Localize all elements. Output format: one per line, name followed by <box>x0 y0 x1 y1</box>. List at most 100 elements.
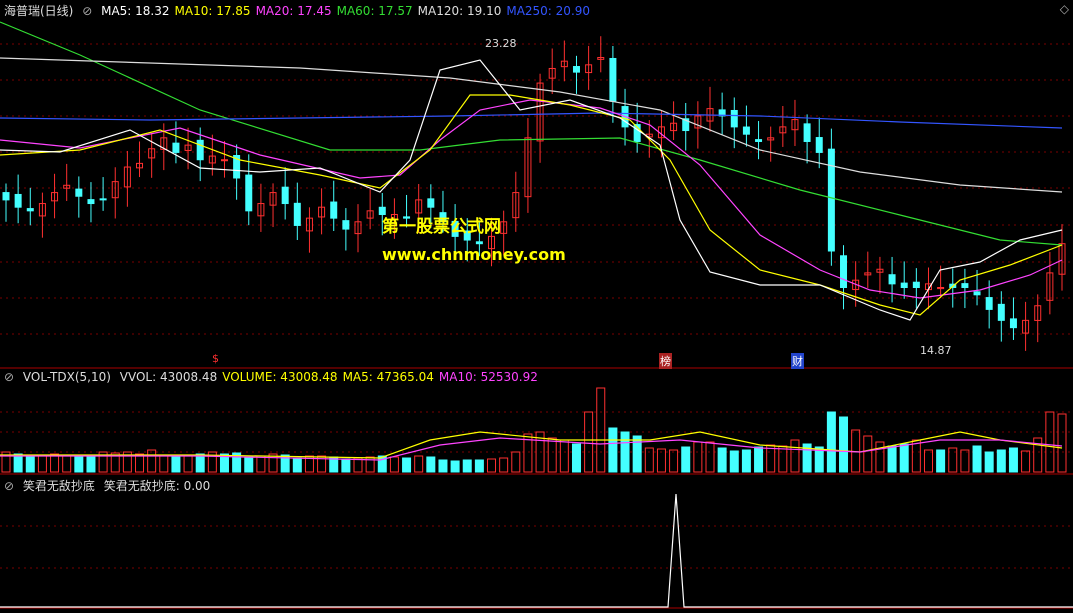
candle-body <box>14 193 22 208</box>
candle-body <box>2 192 10 201</box>
volume-bar <box>474 459 484 473</box>
candle-body <box>973 291 981 296</box>
candle-body <box>75 188 83 197</box>
indicator-line <box>0 493 1073 608</box>
vol-indicator-name[interactable]: VOL-TDX(5,10) <box>23 370 111 384</box>
volume-bar <box>754 446 764 473</box>
candle-body <box>961 283 969 288</box>
watermark-url: www.chnmoney.com <box>382 245 566 264</box>
candle-body <box>900 282 908 288</box>
chart-canvas <box>0 21 1073 609</box>
volume-bar <box>887 445 897 473</box>
event-marker-s[interactable]: $ <box>212 352 219 365</box>
volume-bar <box>559 439 569 473</box>
volume-bar <box>86 454 96 473</box>
volume-bar <box>25 456 35 473</box>
ma-label-5: MA250: 20.90 <box>506 4 591 18</box>
main-header: 海普瑞(日线) ⊘ MA5: 18.32 MA10: 17.85 MA20: 17.… <box>4 2 600 19</box>
volume-bar <box>462 459 472 473</box>
watermark-title: 第一股票公式网 <box>382 217 501 237</box>
volume-bar <box>147 449 157 473</box>
candle-body <box>985 297 993 310</box>
indicator-header: ⊘ 笑君无敌抄底 笑君无敌抄底: 0.00 <box>4 477 215 494</box>
volume-header: ⊘ VOL-TDX(5,10) VVOL: 43008.48 VOLUME: 43… <box>4 370 548 384</box>
volume-bar <box>717 447 727 473</box>
volume-bar <box>426 456 436 473</box>
volume-bar <box>584 411 594 473</box>
collapse-icon[interactable]: ◇ <box>1060 2 1069 16</box>
ma10-line <box>0 94 1063 316</box>
volume-bar <box>875 441 885 473</box>
candle-body <box>342 220 350 230</box>
candle-body <box>572 66 580 73</box>
volume-bar <box>183 454 193 473</box>
volume-bar <box>1008 447 1018 473</box>
volume-bar <box>74 455 84 473</box>
candle-body <box>245 174 253 212</box>
volume-bar <box>450 460 460 473</box>
ma60-line <box>0 21 1063 246</box>
candle-body <box>26 208 34 212</box>
volume-bar <box>899 443 909 473</box>
volume-bar <box>839 416 849 473</box>
ind-name[interactable]: 笑君无敌抄底 <box>23 479 95 493</box>
ma-label-0: MA5: 18.32 <box>101 4 170 18</box>
stock-name[interactable]: 海普瑞(日线) <box>4 4 73 18</box>
candle-body <box>475 241 483 245</box>
volume-bar <box>608 427 618 473</box>
header-toggle-icon[interactable]: ⊘ <box>82 4 92 18</box>
candle-body <box>87 199 95 205</box>
ma-label-3: MA60: 17.57 <box>336 4 413 18</box>
ind-toggle-icon[interactable]: ⊘ <box>4 479 14 493</box>
volume-bar <box>487 458 497 473</box>
volume-bar <box>620 431 630 473</box>
volume-bar <box>790 439 800 473</box>
candle-body <box>196 139 204 161</box>
candle-body <box>755 139 763 142</box>
candle-body <box>997 303 1005 321</box>
candle-body <box>99 198 107 201</box>
candle-body <box>330 201 338 219</box>
candle-body <box>427 198 435 208</box>
ma250-line <box>0 112 1063 129</box>
volume-bar <box>499 457 509 473</box>
vol-label-3: MA10: 52530.92 <box>438 370 538 384</box>
candle-body <box>827 148 835 252</box>
low-price-label: 14.87 <box>920 344 952 357</box>
volume-bar <box>863 435 873 473</box>
candle-body <box>172 142 180 153</box>
volume-bar <box>389 456 399 473</box>
candle-body <box>742 126 750 135</box>
volume-bar <box>911 439 921 473</box>
volume-bar <box>547 437 557 473</box>
volume-bar <box>244 456 254 473</box>
volume-bar <box>693 441 703 473</box>
volume-bar <box>778 445 788 473</box>
ma-label-2: MA20: 17.45 <box>255 4 332 18</box>
candle-body <box>609 57 617 102</box>
candle-body <box>220 159 228 162</box>
candle-body <box>888 274 896 285</box>
ma-label-4: MA120: 19.10 <box>417 4 502 18</box>
volume-bar <box>292 457 302 473</box>
stock-chart: 海普瑞(日线) ⊘ MA5: 18.32 MA10: 17.85 MA20: 17.… <box>0 0 1073 613</box>
event-marker-bang[interactable]: 榜 <box>659 353 672 369</box>
high-price-label: 23.28 <box>485 37 517 50</box>
ma-label-1: MA10: 17.85 <box>174 4 251 18</box>
candle-body <box>912 281 920 288</box>
volume-bar <box>159 454 169 473</box>
volume-bar <box>1057 413 1067 473</box>
volume-bar <box>923 449 933 473</box>
volume-bar <box>669 449 679 473</box>
volume-bar <box>681 446 691 473</box>
volume-bar <box>936 449 946 473</box>
volume-bar <box>996 449 1006 473</box>
volume-bar <box>13 453 23 473</box>
event-marker-cai[interactable]: 财 <box>791 353 804 369</box>
volume-bar <box>984 451 994 473</box>
volume-bar <box>37 455 47 473</box>
candle-body <box>281 186 289 205</box>
candle-body <box>803 123 811 142</box>
vol-toggle-icon[interactable]: ⊘ <box>4 370 14 384</box>
volume-bar <box>50 453 60 473</box>
